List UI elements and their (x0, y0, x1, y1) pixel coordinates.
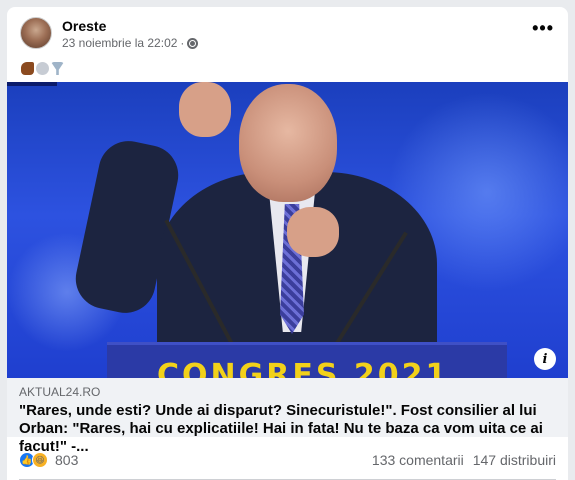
avatar[interactable] (20, 17, 52, 49)
globe-icon (187, 37, 199, 49)
engagement-stats: 👍 😆 803 133 comentarii 147 distribuiri (7, 447, 568, 473)
podium-banner-text: CONGRES 2021 (157, 358, 450, 378)
tornado-emoji-icon (36, 62, 49, 75)
comment-share-stats: 133 comentarii 147 distribuiri (372, 452, 556, 468)
haha-reaction-icon: 😆 (32, 452, 48, 468)
speaker-head (239, 84, 337, 202)
reaction-count[interactable]: 803 (55, 452, 78, 468)
meta-separator: · (180, 36, 185, 50)
raised-fist (179, 82, 231, 137)
link-preview[interactable]: AKTUAL24.RO "Rares, unde esti? Unde ai d… (7, 378, 568, 455)
post-text-emojis (21, 62, 64, 75)
post-header: Oreste 23 noiembrie la 22:02 · ••• (7, 7, 568, 59)
author-name[interactable]: Oreste (62, 18, 106, 34)
link-domain: AKTUAL24.RO (19, 385, 101, 399)
image-corner-tag (7, 82, 57, 86)
comments-count[interactable]: 133 comentarii (372, 452, 464, 468)
timestamp[interactable]: 23 noiembrie la 22:02 (62, 36, 177, 50)
link-preview-image[interactable]: CONGRES 2021 i (7, 82, 568, 378)
post-card: Oreste 23 noiembrie la 22:02 · ••• CONGR… (7, 7, 568, 480)
post-meta: 23 noiembrie la 22:02 · (62, 36, 199, 50)
horse-emoji-icon (21, 62, 34, 75)
shares-count[interactable]: 147 distribuiri (473, 452, 556, 468)
info-button[interactable]: i (534, 348, 556, 370)
more-options-button[interactable]: ••• (532, 19, 554, 37)
pointing-hand (287, 207, 339, 257)
reactions[interactable]: 👍 😆 803 (19, 452, 78, 468)
funnel-emoji-icon (51, 62, 64, 75)
